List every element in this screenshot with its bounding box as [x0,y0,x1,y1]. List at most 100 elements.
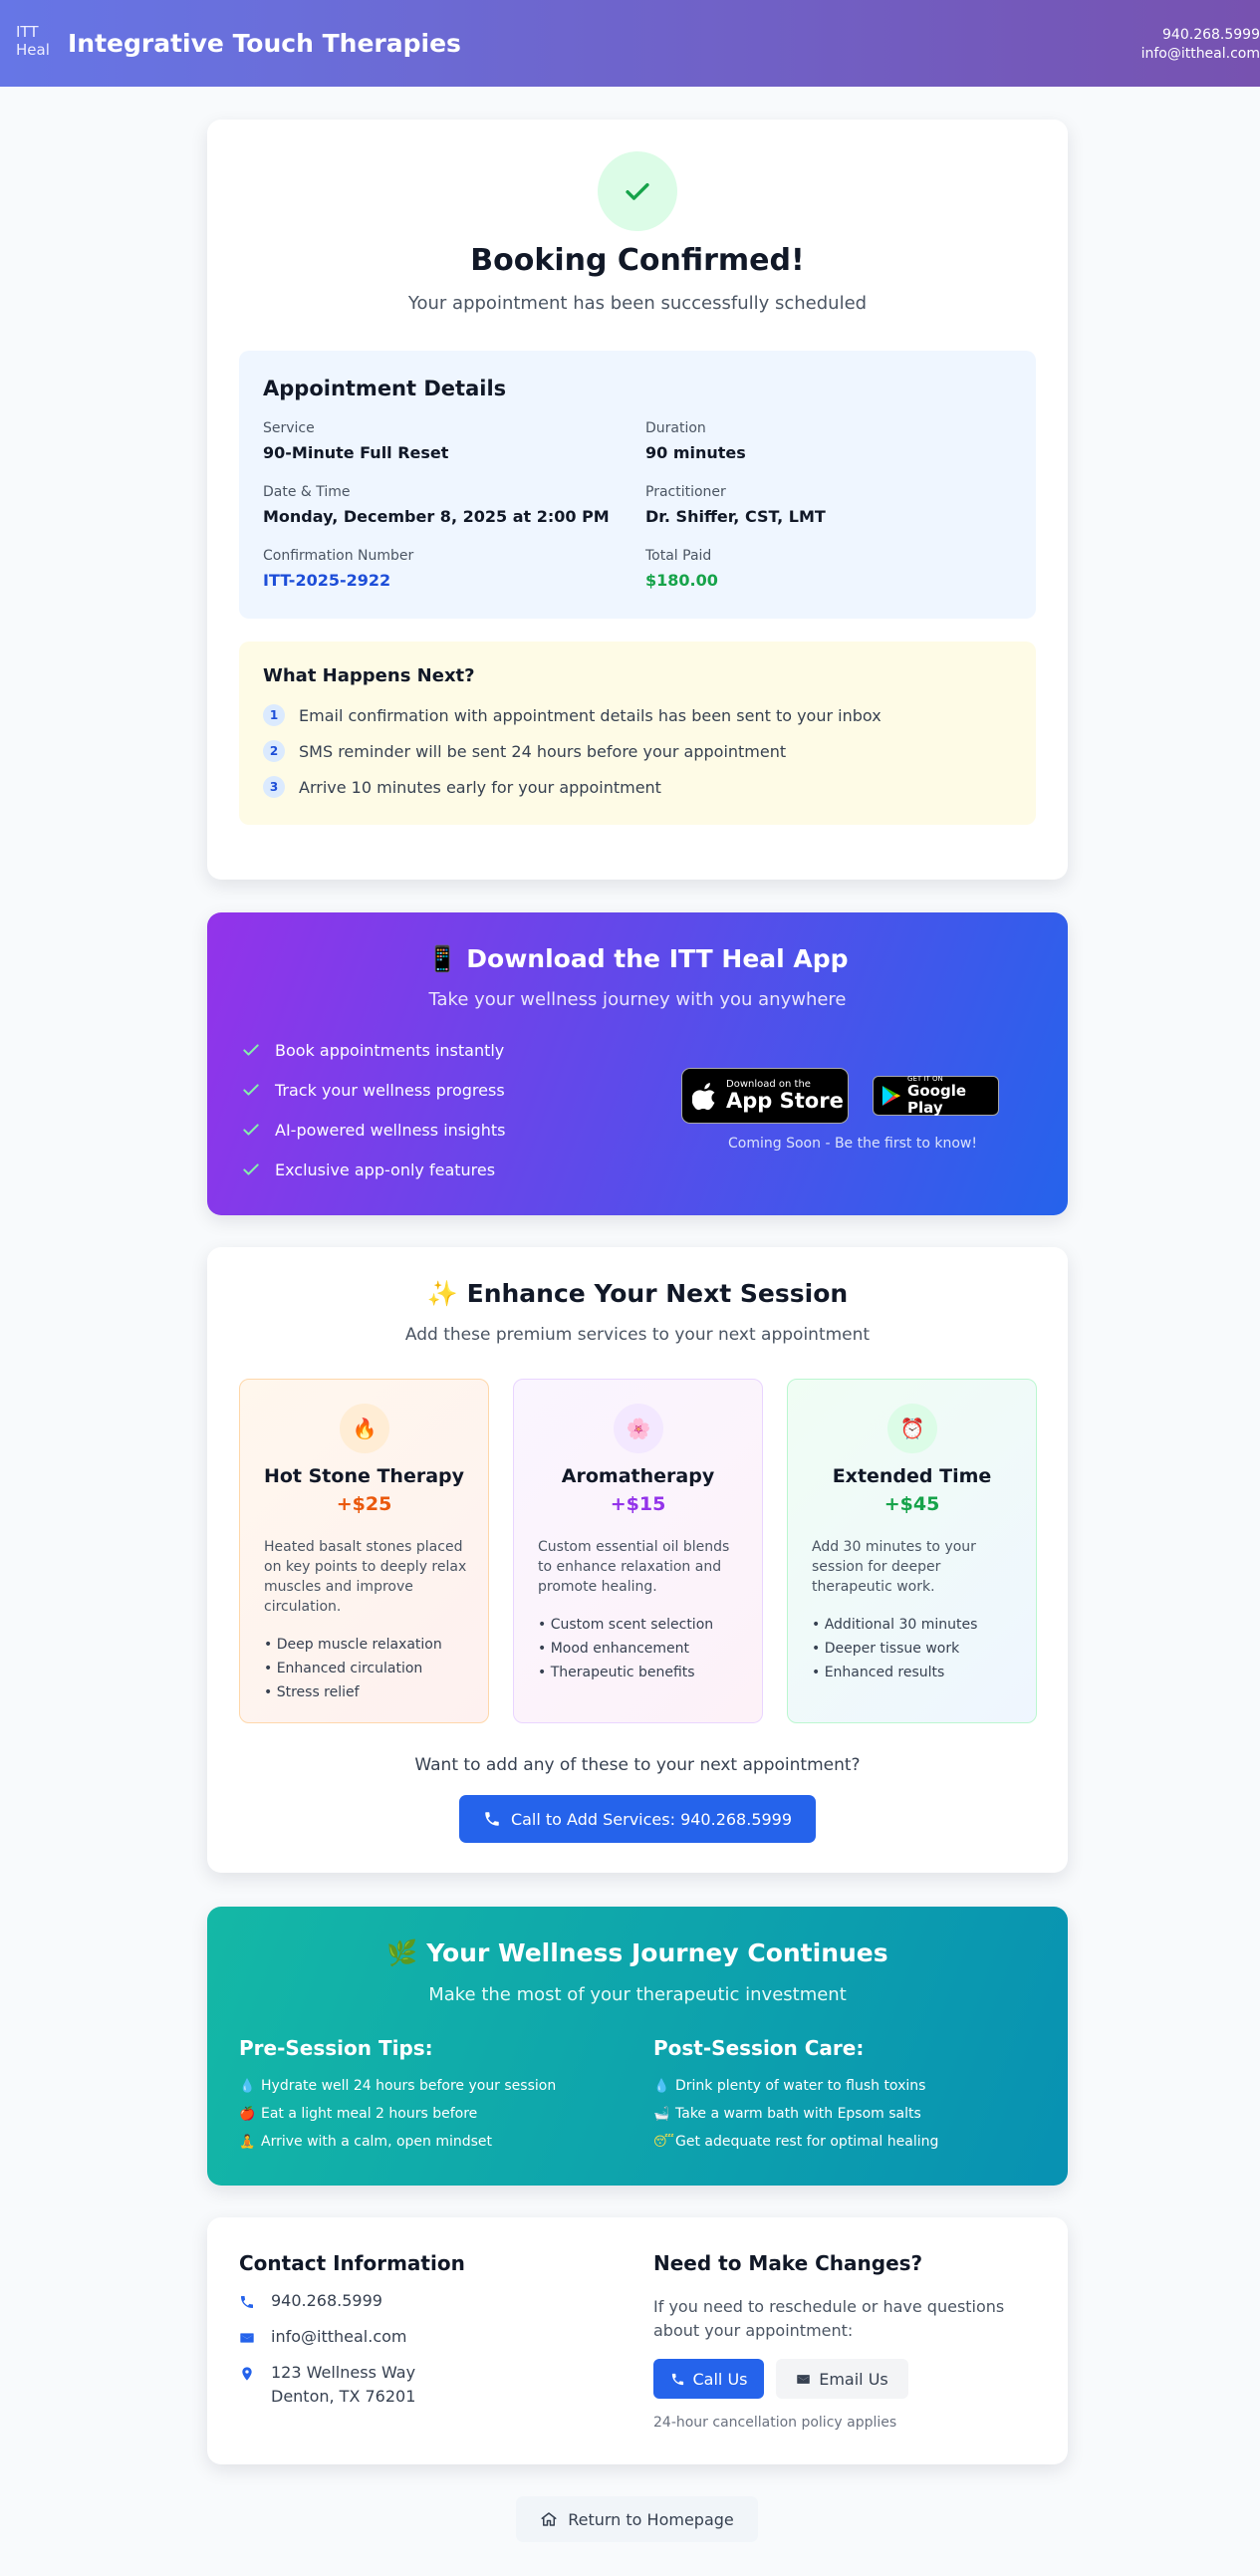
app-feature-label: Book appointments instantly [275,1040,505,1060]
header-email[interactable]: info@ittheal.com [1141,45,1260,64]
bathtub-icon: 🛁 [653,2106,670,2122]
brand-name[interactable]: Integrative Touch Therapies [68,29,461,58]
service-benefits: • Deep muscle relaxation • Enhanced circ… [264,1633,473,1704]
pre-session-heading: Pre-Session Tips: [239,2036,433,2060]
tip-text: Take a warm bath with Epsom salts [675,2106,921,2122]
service-card-hot-stone[interactable]: 🔥 Hot Stone Therapy +$25 Heated basalt s… [239,1379,489,1723]
post-session-tip: 💧 Drink plenty of water to flush toxins [653,2078,925,2094]
step-text: Email confirmation with appointment deta… [299,705,882,725]
app-feature: Track your wellness progress [241,1080,505,1100]
service-price: +$25 [336,1493,392,1515]
pre-session-tip: 🧘 Arrive with a calm, open mindset [239,2134,492,2150]
duration-value: 90 minutes [645,443,746,462]
app-feature: AI-powered wellness insights [241,1120,505,1140]
coming-soon-note: Coming Soon - Be the first to know! [728,1136,977,1152]
total-label: Total Paid [645,548,712,564]
water-drop-icon: 💧 [239,2078,256,2094]
appointment-details: Appointment Details Service 90-Minute Fu… [239,351,1036,619]
step-number: 1 [263,704,285,726]
google-play-button[interactable]: GET IT ON Google Play [873,1075,999,1117]
practitioner-label: Practitioner [645,484,726,500]
service-card-extended-time[interactable]: ⏰ Extended Time +$45 Add 30 minutes to y… [787,1379,1037,1723]
tip-text: Arrive with a calm, open mindset [261,2134,493,2150]
check-icon [243,1084,259,1096]
location-pin-icon [242,2367,252,2381]
logo-image[interactable]: ITT Heal [16,23,58,65]
confirmation-number-value: ITT-2025-2922 [263,571,391,590]
service-benefit: • Mood enhancement [538,1641,689,1657]
service-benefit: • Deeper tissue work [812,1641,960,1657]
service-benefit: • Stress relief [264,1684,360,1700]
pre-session-tip: 💧 Hydrate well 24 hours before your sess… [239,2078,556,2094]
service-price: +$45 [883,1493,940,1515]
app-feature-label: Exclusive app-only features [275,1159,496,1179]
service-name: Hot Stone Therapy [263,1465,465,1487]
call-to-add-services-label: Call to Add Services: 940.268.5999 [510,1809,793,1829]
wellness-subtitle: Make the most of your therapeutic invest… [428,1984,847,2005]
service-benefits: • Custom scent selection • Mood enhancem… [538,1613,747,1684]
call-us-button[interactable]: Call Us [653,2359,764,2399]
phone-icon [671,2373,683,2385]
post-session-tip: 🛁 Take a warm bath with Epsom salts [653,2106,921,2122]
tip-text: Hydrate well 24 hours before your sessio… [261,2078,557,2094]
service-benefit: • Additional 30 minutes [812,1617,978,1633]
service-label: Service [263,420,315,436]
confirmation-title: Booking Confirmed! [470,243,805,278]
changes-text: If you need to reschedule or have questi… [653,2297,1005,2340]
enhance-title: ✨ Enhance Your Next Session [426,1279,849,1308]
cancellation-policy: 24-hour cancellation policy applies [653,2415,897,2431]
app-feature-label: Track your wellness progress [275,1080,505,1100]
step-number: 2 [263,740,285,762]
app-feature: Exclusive app-only features [241,1159,495,1179]
service-benefit: • Enhanced results [812,1665,945,1680]
meditation-icon: 🧘 [239,2134,256,2150]
next-steps-heading: What Happens Next? [263,665,475,686]
total-value: $180.00 [645,571,718,590]
confirmation-card: Booking Confirmed! Your appointment has … [207,120,1068,880]
next-step: 1 Email confirmation with appointment de… [263,704,882,726]
tip-text: Get adequate rest for optimal healing [675,2134,939,2150]
check-icon [243,1163,259,1175]
header-phone[interactable]: 940.268.5999 [1141,26,1260,45]
return-home-button[interactable]: Return to Homepage [516,2496,758,2542]
home-icon [541,2512,557,2526]
wellness-title: 🌿 Your Wellness Journey Continues [386,1938,888,1967]
duration-label: Duration [645,420,706,436]
email-us-label: Email Us [819,2369,888,2389]
phone-icon [241,2296,253,2308]
apple-icon: 🍎 [239,2106,256,2122]
sleeping-icon: 😴 [653,2134,674,2150]
service-benefit: • Enhanced circulation [264,1661,423,1676]
contact-email[interactable]: info@ittheal.com [271,2325,407,2349]
apple-icon [692,1083,715,1111]
app-subtitle: Take your wellness journey with you anyw… [428,989,847,1010]
fire-icon: 🔥 [340,1404,389,1453]
app-feature-label: AI-powered wellness insights [275,1120,506,1140]
service-card-aromatherapy[interactable]: 🌸 Aromatherapy +$15 Custom essential oil… [513,1379,763,1723]
service-description: Custom essential oil blends to enhance r… [538,1539,730,1595]
contact-phone[interactable]: 940.268.5999 [271,2289,382,2313]
phone-icon [485,1812,499,1826]
email-us-button[interactable]: Email Us [776,2359,908,2399]
changes-heading: Need to Make Changes? [653,2251,923,2275]
service-benefit: • Custom scent selection [538,1617,714,1633]
service-name: Extended Time [832,1465,992,1487]
mail-icon [240,2333,254,2343]
service-value: 90-Minute Full Reset [263,443,449,462]
app-store-big: App Store [726,1089,844,1113]
call-to-add-services-button[interactable]: Call to Add Services: 940.268.5999 [459,1795,816,1843]
app-store-button[interactable]: Download on the App Store [681,1068,849,1124]
next-step: 3 Arrive 10 minutes early for your appoi… [263,776,661,798]
flower-icon: 🌸 [614,1404,663,1453]
post-session-tip: 😴 Get adequate rest for optimal healing [653,2134,938,2150]
service-benefits: • Additional 30 minutes • Deeper tissue … [812,1613,1021,1684]
address-line-2: Denton, TX 76201 [271,2387,416,2406]
address-line-1: 123 Wellness Way [271,2363,416,2382]
service-benefit: • Therapeutic benefits [538,1665,695,1680]
post-session-heading: Post-Session Care: [653,2036,865,2060]
app-feature: Book appointments instantly [241,1040,504,1060]
details-heading: Appointment Details [263,377,507,400]
success-check-icon [598,151,677,231]
practitioner-value: Dr. Shiffer, CST, LMT [645,507,826,526]
datetime-label: Date & Time [263,484,351,500]
